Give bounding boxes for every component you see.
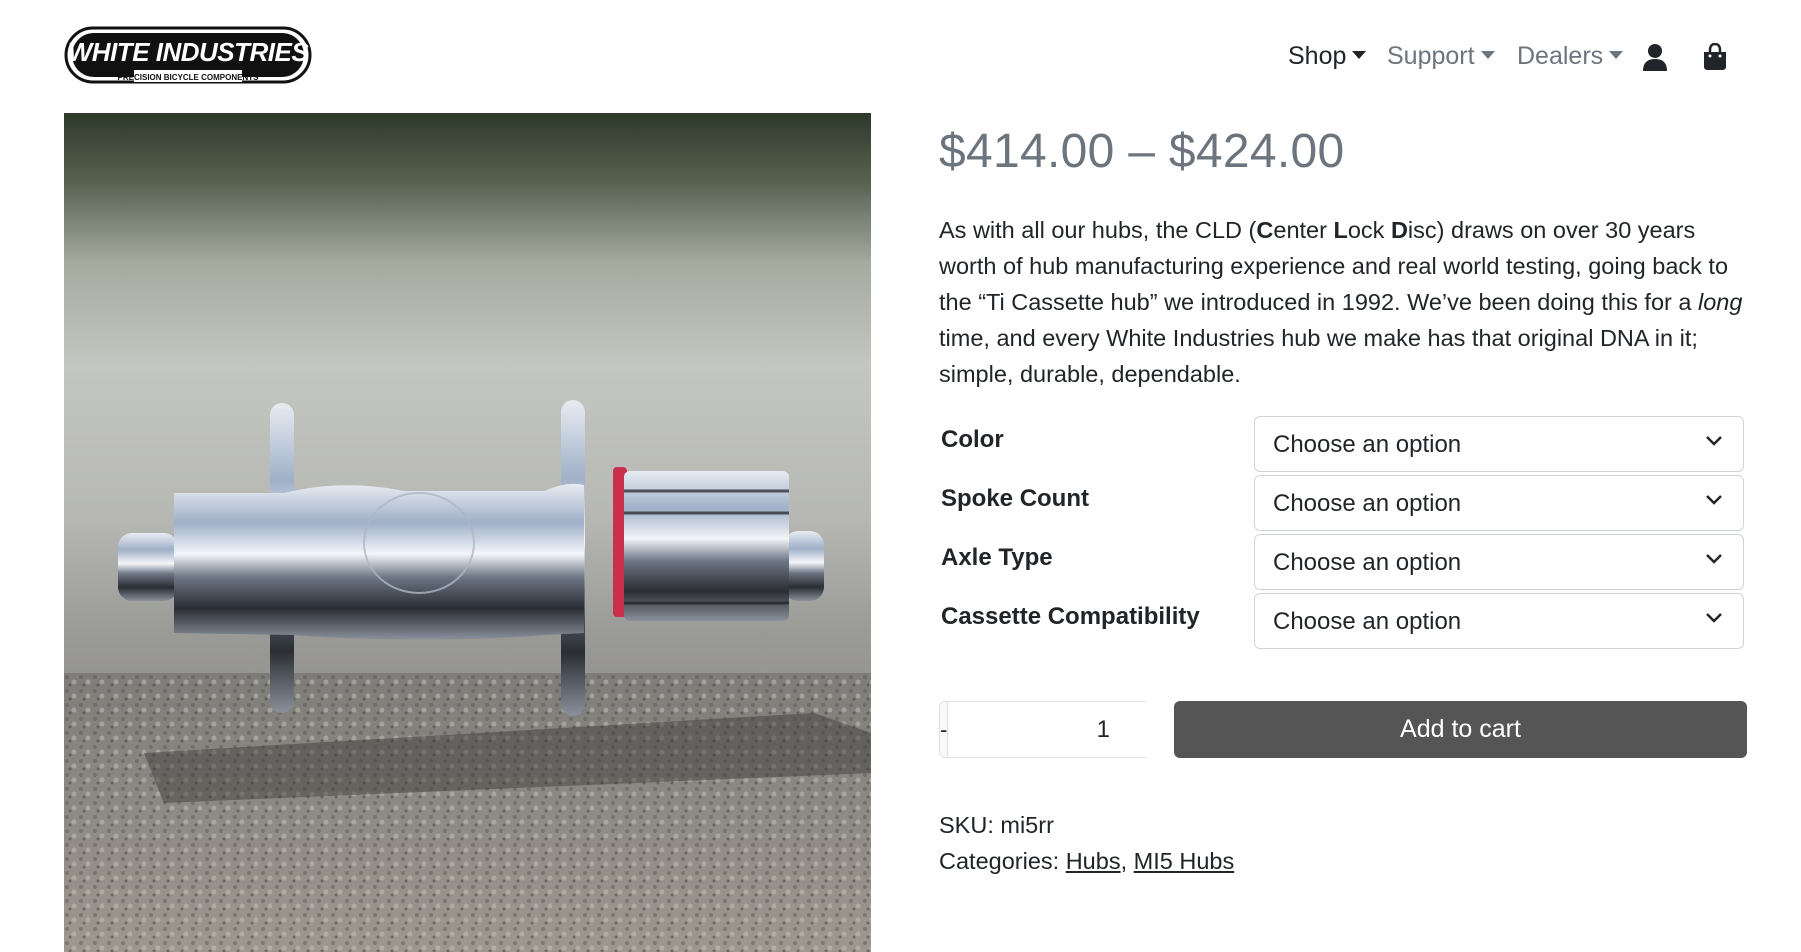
shopping-bag-icon: [1704, 43, 1726, 70]
description-part: ock: [1347, 217, 1391, 243]
description-part: enter: [1273, 217, 1334, 243]
spoke-count-label: Spoke Count: [941, 485, 1089, 512]
chevron-down-icon: [1609, 50, 1624, 59]
nav-shop-label: Shop: [1288, 42, 1347, 70]
account-button[interactable]: [1640, 42, 1670, 72]
product-image[interactable]: [64, 113, 871, 952]
quantity-stepper: - +: [939, 701, 1273, 758]
white-industries-logo[interactable]: WHITE INDUSTRIES PRECISION BICYCLE COMPO…: [64, 26, 312, 86]
price-range: $414.00 – $424.00: [939, 125, 1345, 178]
cart-button[interactable]: [1700, 42, 1730, 72]
description-bold: D: [1390, 217, 1408, 243]
chevron-down-icon: [1706, 436, 1722, 446]
spoke-count-select[interactable]: Choose an option: [1254, 475, 1744, 531]
description-italic: long: [1697, 289, 1743, 315]
chevron-down-icon: [1352, 50, 1367, 59]
axle-type-select-value: Choose an option: [1273, 549, 1462, 576]
logo-tagline: PRECISION BICYCLE COMPONENTS: [118, 73, 260, 82]
cassette-compatibility-label: Cassette Compatibility: [941, 603, 1200, 630]
chevron-down-icon: [1480, 50, 1495, 59]
description-part: time, and every White Industries hub we …: [939, 325, 1698, 387]
nav-dealers-label: Dealers: [1517, 42, 1604, 70]
color-label: Color: [941, 426, 1004, 453]
nav-support[interactable]: Support: [1387, 42, 1495, 71]
categories-label: Categories:: [939, 848, 1066, 874]
sku-line: SKU: mi5rr: [939, 812, 1054, 839]
sku-label: SKU:: [939, 812, 1001, 838]
axle-type-label: Axle Type: [941, 544, 1053, 571]
add-to-cart-button[interactable]: Add to cart: [1174, 701, 1747, 758]
user-icon: [1643, 44, 1667, 71]
nav-support-label: Support: [1387, 42, 1475, 70]
axle-type-select[interactable]: Choose an option: [1254, 534, 1744, 590]
chevron-down-icon: [1706, 613, 1722, 623]
color-select[interactable]: Choose an option: [1254, 416, 1744, 472]
variation-color: Color Choose an option: [939, 416, 1749, 472]
sku-value: mi5rr: [1000, 812, 1054, 838]
description-bold: C: [1256, 217, 1274, 243]
logo-text: WHITE INDUSTRIES: [68, 37, 310, 67]
nav-shop[interactable]: Shop: [1288, 42, 1367, 71]
spoke-count-select-value: Choose an option: [1273, 490, 1462, 517]
quantity-decrease-button[interactable]: -: [940, 702, 949, 757]
cassette-compatibility-select[interactable]: Choose an option: [1254, 593, 1744, 649]
hub-photo: [64, 400, 871, 952]
chevron-down-icon: [1706, 495, 1722, 505]
categories-line: Categories: Hubs, MI5 Hubs: [939, 848, 1234, 875]
chevron-down-icon: [1706, 554, 1722, 564]
category-link-hubs[interactable]: Hubs: [1066, 848, 1121, 874]
category-separator: ,: [1120, 848, 1134, 874]
color-select-value: Choose an option: [1273, 431, 1462, 458]
nav-dealers[interactable]: Dealers: [1517, 42, 1624, 71]
product-description: As with all our hubs, the CLD (Center Lo…: [939, 212, 1749, 392]
variation-axle-type: Axle Type Choose an option: [939, 534, 1749, 590]
description-bold: L: [1333, 217, 1348, 243]
category-link-mi5-hubs[interactable]: MI5 Hubs: [1134, 848, 1235, 874]
variation-cassette-compatibility: Cassette Compatibility Choose an option: [939, 593, 1749, 649]
cassette-compatibility-select-value: Choose an option: [1273, 608, 1462, 635]
description-part: As with all our hubs, the CLD (: [939, 217, 1257, 243]
variation-spoke-count: Spoke Count Choose an option: [939, 475, 1749, 531]
